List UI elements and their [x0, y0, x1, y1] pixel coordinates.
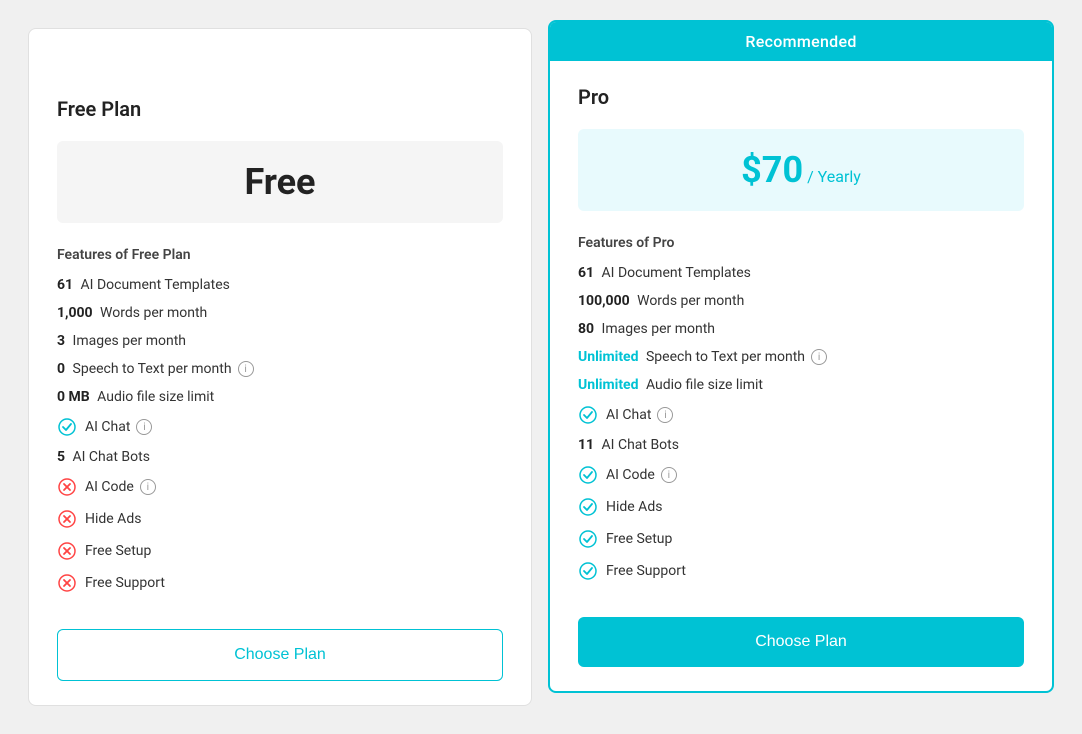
feature-text: Images per month [69, 333, 186, 349]
info-icon[interactable]: i [238, 361, 254, 377]
info-icon[interactable]: i [140, 479, 156, 495]
feature-text: AI Code [606, 467, 655, 483]
features-heading: Features of Pro [578, 235, 1024, 251]
feature-num: 61 [57, 277, 73, 293]
feature-text: Free Setup [85, 543, 151, 559]
feature-row-9: Free Setup [578, 529, 1024, 549]
feature-text: AI Chat Bots [598, 437, 679, 453]
feature-row-0: 61 AI Document Templates [578, 265, 1024, 281]
feature-row-2: 80 Images per month [578, 321, 1024, 337]
info-icon[interactable]: i [811, 349, 827, 365]
feature-num: Unlimited [578, 377, 639, 393]
check-icon [578, 497, 598, 517]
feature-text: AI Document Templates [598, 265, 751, 281]
feature-row-6: 11 AI Chat Bots [578, 437, 1024, 453]
feature-row-9: Free Setup [57, 541, 503, 561]
feature-text: Free Support [85, 575, 165, 591]
feature-num: Unlimited [578, 349, 639, 365]
feature-text: Speech to Text per month [69, 361, 232, 377]
feature-text: Words per month [634, 293, 745, 309]
feature-text: AI Document Templates [77, 277, 230, 293]
feature-row-8: Hide Ads [578, 497, 1024, 517]
price-box-pro: $70 / Yearly [578, 129, 1024, 211]
price-free: Free [244, 161, 315, 203]
feature-num: 80 [578, 321, 594, 337]
feature-text: Free Setup [606, 531, 672, 547]
feature-row-4: 0 MB Audio file size limit [57, 389, 503, 405]
cross-icon [57, 541, 77, 561]
features-heading: Features of Free Plan [57, 247, 503, 263]
feature-text: AI Chat [85, 419, 130, 435]
feature-row-4: Unlimited Audio file size limit [578, 377, 1024, 393]
feature-text: Free Support [606, 563, 686, 579]
feature-num: 3 [57, 333, 65, 349]
feature-row-1: 1,000 Words per month [57, 305, 503, 321]
choose-plan-button-free[interactable]: Choose Plan [57, 629, 503, 681]
check-icon [578, 561, 598, 581]
price-amount: $70 [741, 149, 803, 191]
feature-num: 0 MB [57, 389, 90, 405]
feature-text: Words per month [97, 305, 208, 321]
cross-icon [57, 573, 77, 593]
plan-body: Pro $70 / Yearly Features of Pro 61 AI Do… [550, 61, 1052, 691]
plan-name: Pro [578, 85, 1024, 109]
feature-num: 1,000 [57, 305, 93, 321]
check-icon [57, 417, 77, 437]
cross-icon [57, 509, 77, 529]
feature-row-3: 0 Speech to Text per month i [57, 361, 503, 377]
feature-text: Hide Ads [606, 499, 662, 515]
feature-text: AI Chat Bots [69, 449, 150, 465]
plans-container: Free Plan Free Features of Free Plan 61 A… [20, 20, 1062, 714]
feature-text: Hide Ads [85, 511, 141, 527]
feature-row-5: AI Chat i [578, 405, 1024, 425]
spacer-top [29, 29, 531, 73]
feature-num: 100,000 [578, 293, 630, 309]
feature-num: 5 [57, 449, 65, 465]
feature-row-10: Free Support [57, 573, 503, 593]
recommended-banner: Recommended [550, 22, 1052, 61]
feature-text: Audio file size limit [94, 389, 215, 405]
feature-row-1: 100,000 Words per month [578, 293, 1024, 309]
check-icon [578, 465, 598, 485]
plan-card-pro: RecommendedPro $70 / Yearly Features of … [548, 20, 1054, 693]
feature-row-5: AI Chat i [57, 417, 503, 437]
feature-num: 11 [578, 437, 594, 453]
feature-text: Speech to Text per month [643, 349, 806, 365]
feature-row-10: Free Support [578, 561, 1024, 581]
price-box: Free [57, 141, 503, 223]
plan-name: Free Plan [57, 97, 503, 121]
feature-row-2: 3 Images per month [57, 333, 503, 349]
feature-row-6: 5 AI Chat Bots [57, 449, 503, 465]
feature-text: AI Code [85, 479, 134, 495]
check-icon [578, 529, 598, 549]
plan-body: Free Plan Free Features of Free Plan 61 A… [29, 73, 531, 705]
check-icon [578, 405, 598, 425]
feature-row-8: Hide Ads [57, 509, 503, 529]
feature-text: Audio file size limit [643, 377, 764, 393]
info-icon[interactable]: i [661, 467, 677, 483]
choose-plan-button-pro[interactable]: Choose Plan [578, 617, 1024, 667]
feature-row-0: 61 AI Document Templates [57, 277, 503, 293]
info-icon[interactable]: i [136, 419, 152, 435]
feature-row-7: AI Code i [578, 465, 1024, 485]
info-icon[interactable]: i [657, 407, 673, 423]
cross-icon [57, 477, 77, 497]
feature-num: 0 [57, 361, 65, 377]
feature-text: Images per month [598, 321, 715, 337]
price-period: / Yearly [807, 167, 861, 186]
feature-num: 61 [578, 265, 594, 281]
feature-text: AI Chat [606, 407, 651, 423]
plan-card-free: Free Plan Free Features of Free Plan 61 A… [28, 28, 532, 706]
feature-row-3: Unlimited Speech to Text per month i [578, 349, 1024, 365]
feature-row-7: AI Code i [57, 477, 503, 497]
